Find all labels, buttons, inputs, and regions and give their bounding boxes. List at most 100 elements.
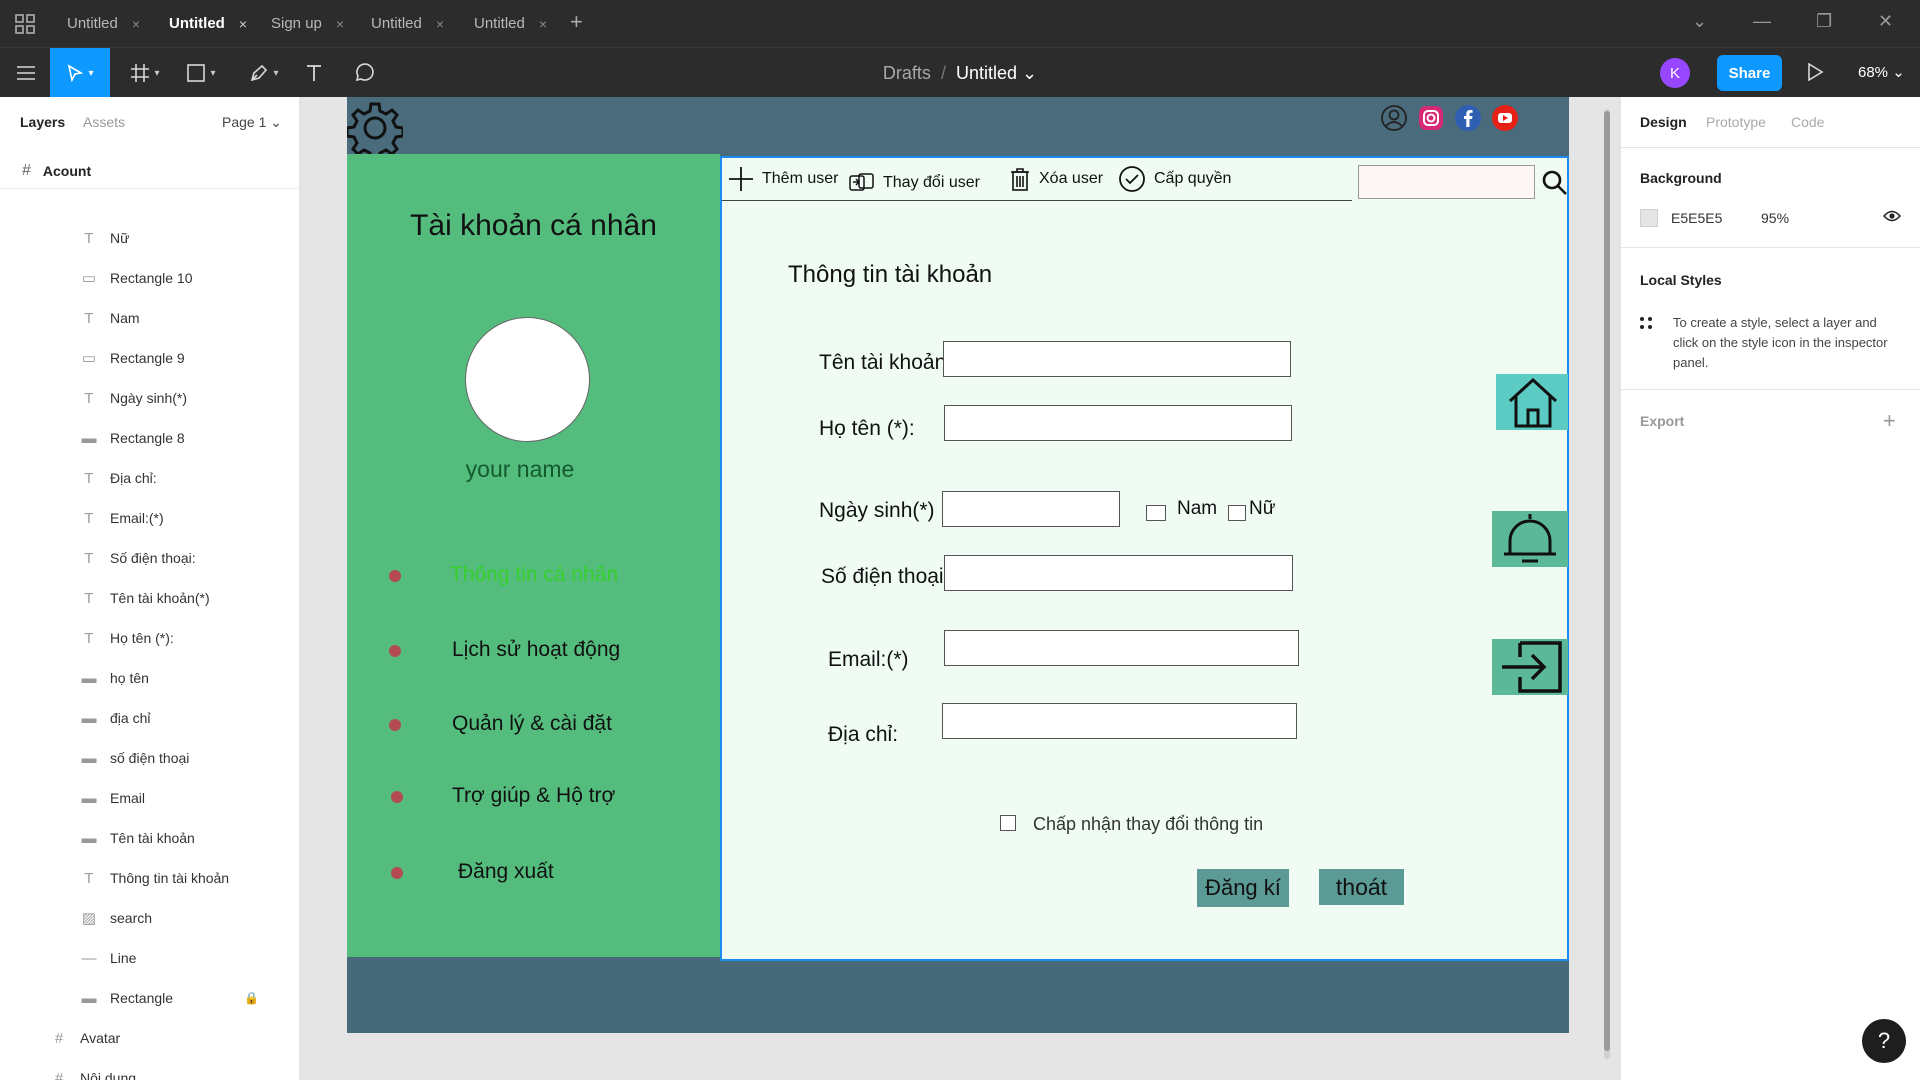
shape-tool-button[interactable]: ▾ bbox=[180, 48, 222, 98]
tabs-dropdown-icon[interactable]: ⌄ bbox=[1692, 11, 1707, 32]
frame-tool-button[interactable]: ▾ bbox=[124, 48, 166, 98]
minimize-icon[interactable]: — bbox=[1753, 11, 1771, 32]
change-user-button[interactable]: Thay đổi user bbox=[849, 168, 980, 198]
exit-button[interactable]: thoát bbox=[1319, 869, 1404, 905]
present-play-icon[interactable] bbox=[1805, 60, 1825, 89]
share-button[interactable]: Share bbox=[1717, 55, 1782, 91]
add-export-button[interactable]: + bbox=[1883, 408, 1896, 434]
layer-row[interactable]: ▬ địa chỉ bbox=[0, 698, 299, 738]
layer-row[interactable]: T Thông tin tài khoản bbox=[0, 858, 299, 898]
layer-row[interactable]: T Ngày sinh(*) bbox=[0, 378, 299, 418]
layer-row[interactable]: ▬ Tên tài khoản bbox=[0, 818, 299, 858]
app-grid-icon[interactable] bbox=[14, 13, 36, 35]
canvas-scrollbar-thumb[interactable] bbox=[1604, 111, 1610, 1051]
design-canvas[interactable]: Tài khoản cá nhân your name Thông tin cá… bbox=[300, 97, 1620, 1080]
move-tool-button[interactable]: ▾ bbox=[50, 48, 110, 98]
avatar[interactable] bbox=[465, 317, 590, 442]
page-selector[interactable]: Page 1 ⌄ bbox=[222, 114, 282, 131]
instagram-icon[interactable] bbox=[1417, 104, 1445, 132]
tab-assets[interactable]: Assets bbox=[83, 114, 125, 130]
search-icon[interactable] bbox=[1542, 170, 1568, 201]
tab-prototype[interactable]: Prototype bbox=[1706, 114, 1766, 130]
background-color-swatch[interactable] bbox=[1640, 209, 1658, 227]
layer-row[interactable]: T Email:(*) bbox=[0, 498, 299, 538]
dob-input[interactable] bbox=[942, 491, 1120, 527]
tab-layers[interactable]: Layers bbox=[20, 114, 65, 130]
tab-sign-up[interactable]: Sign up × bbox=[271, 0, 344, 47]
address-input[interactable] bbox=[942, 703, 1297, 739]
menu-item-logout[interactable]: Đăng xuất bbox=[347, 853, 720, 893]
gender-male-checkbox[interactable] bbox=[1146, 505, 1166, 521]
background-opacity-input[interactable]: 95% bbox=[1761, 210, 1789, 226]
delete-user-button[interactable]: Xóa user bbox=[1009, 164, 1103, 194]
add-user-button[interactable]: Thêm user bbox=[728, 164, 838, 194]
menu-item-help-support[interactable]: Trợ giúp & Hộ trợ bbox=[347, 777, 720, 817]
menu-item-manage-settings[interactable]: Quản lý & cài đặt bbox=[347, 705, 720, 745]
register-button[interactable]: Đăng kí bbox=[1197, 869, 1289, 907]
pen-tool-button[interactable]: ▾ bbox=[243, 48, 285, 98]
layer-row[interactable]: T Nữ bbox=[0, 218, 299, 258]
logout-exit-icon[interactable] bbox=[1492, 639, 1568, 700]
main-menu-button[interactable] bbox=[8, 48, 44, 98]
user-search-input[interactable] bbox=[1358, 165, 1535, 199]
layer-row[interactable]: ▬ họ tên bbox=[0, 658, 299, 698]
tab-close-icon[interactable]: × bbox=[132, 16, 140, 32]
layer-row[interactable]: — Line bbox=[0, 938, 299, 978]
layer-row[interactable]: T Nam bbox=[0, 298, 299, 338]
account-name-input[interactable] bbox=[943, 341, 1291, 377]
account-frame[interactable]: Tài khoản cá nhân your name Thông tin cá… bbox=[345, 97, 1569, 1033]
file-name-menu[interactable]: Untitled ⌄ bbox=[956, 63, 1037, 84]
layer-row[interactable]: ▭ Rectangle 10 bbox=[0, 258, 299, 298]
add-tab-button[interactable]: + bbox=[570, 9, 583, 35]
restore-icon[interactable]: ❐ bbox=[1816, 11, 1832, 32]
help-button[interactable]: ? bbox=[1862, 1019, 1906, 1063]
tab-close-icon[interactable]: × bbox=[436, 16, 444, 32]
layer-root-frame[interactable]: # Acount bbox=[0, 153, 299, 189]
tab-untitled-5[interactable]: Untitled × bbox=[474, 0, 547, 47]
tab-untitled-active[interactable]: Untitled × bbox=[169, 0, 247, 47]
home-icon[interactable] bbox=[1496, 374, 1568, 435]
close-window-icon[interactable]: ✕ bbox=[1878, 11, 1893, 32]
accept-changes-checkbox[interactable] bbox=[1000, 815, 1016, 831]
layer-row[interactable]: T Họ tên (*): bbox=[0, 618, 299, 658]
youtube-icon[interactable] bbox=[1491, 104, 1519, 132]
comment-tool-button[interactable] bbox=[350, 48, 378, 98]
user-avatar[interactable]: K bbox=[1660, 58, 1690, 88]
breadcrumb-drafts[interactable]: Drafts bbox=[883, 63, 931, 84]
layer-row[interactable]: T Số điện thoại: bbox=[0, 538, 299, 578]
phone-input[interactable] bbox=[944, 555, 1293, 591]
tab-close-icon[interactable]: × bbox=[336, 16, 344, 32]
visibility-eye-icon[interactable] bbox=[1882, 209, 1902, 228]
layer-row[interactable]: T Địa chỉ: bbox=[0, 458, 299, 498]
layer-row[interactable]: ▨ search bbox=[0, 898, 299, 938]
notification-bell-icon[interactable] bbox=[1492, 511, 1568, 572]
background-hex-input[interactable]: E5E5E5 bbox=[1671, 210, 1722, 226]
layer-row[interactable]: ▬ Email bbox=[0, 778, 299, 818]
gender-female-checkbox[interactable] bbox=[1228, 505, 1246, 521]
menu-item-activity-history[interactable]: Lịch sử hoạt động bbox=[347, 631, 720, 671]
layer-row[interactable]: T Tên tài khoản(*) bbox=[0, 578, 299, 618]
tab-code[interactable]: Code bbox=[1791, 114, 1824, 130]
tab-untitled-4[interactable]: Untitled × bbox=[371, 0, 444, 47]
facebook-icon[interactable] bbox=[1454, 104, 1482, 132]
layer-row[interactable]: ▭ Rectangle 9 bbox=[0, 338, 299, 378]
grant-permission-button[interactable]: Cấp quyền bbox=[1118, 164, 1231, 194]
zoom-menu[interactable]: 68% ⌄ bbox=[1858, 63, 1905, 81]
layer-row[interactable]: ▬ Rectangle 🔒 bbox=[0, 978, 299, 1018]
layer-row[interactable]: ▬ số điện thoại bbox=[0, 738, 299, 778]
layer-row[interactable]: ▬ Rectangle 8 bbox=[0, 418, 299, 458]
layer-row[interactable]: # Nội dụng bbox=[0, 1058, 299, 1080]
tab-close-icon[interactable]: × bbox=[239, 16, 247, 32]
fullname-input[interactable] bbox=[944, 405, 1292, 441]
tab-untitled-1[interactable]: Untitled × bbox=[67, 0, 140, 47]
layer-row[interactable]: # Avatar bbox=[0, 1018, 299, 1058]
tab-design[interactable]: Design bbox=[1640, 114, 1687, 130]
menu-item-personal-info[interactable]: Thông tin cá nhân bbox=[347, 556, 720, 596]
email-input[interactable] bbox=[944, 630, 1299, 666]
lock-icon[interactable]: 🔒 bbox=[244, 991, 259, 1005]
hamburger-icon bbox=[17, 66, 35, 80]
text-tool-button[interactable] bbox=[300, 48, 328, 98]
profile-person-icon[interactable] bbox=[1380, 104, 1408, 132]
settings-gear-icon[interactable] bbox=[345, 100, 405, 162]
tab-close-icon[interactable]: × bbox=[539, 16, 547, 32]
